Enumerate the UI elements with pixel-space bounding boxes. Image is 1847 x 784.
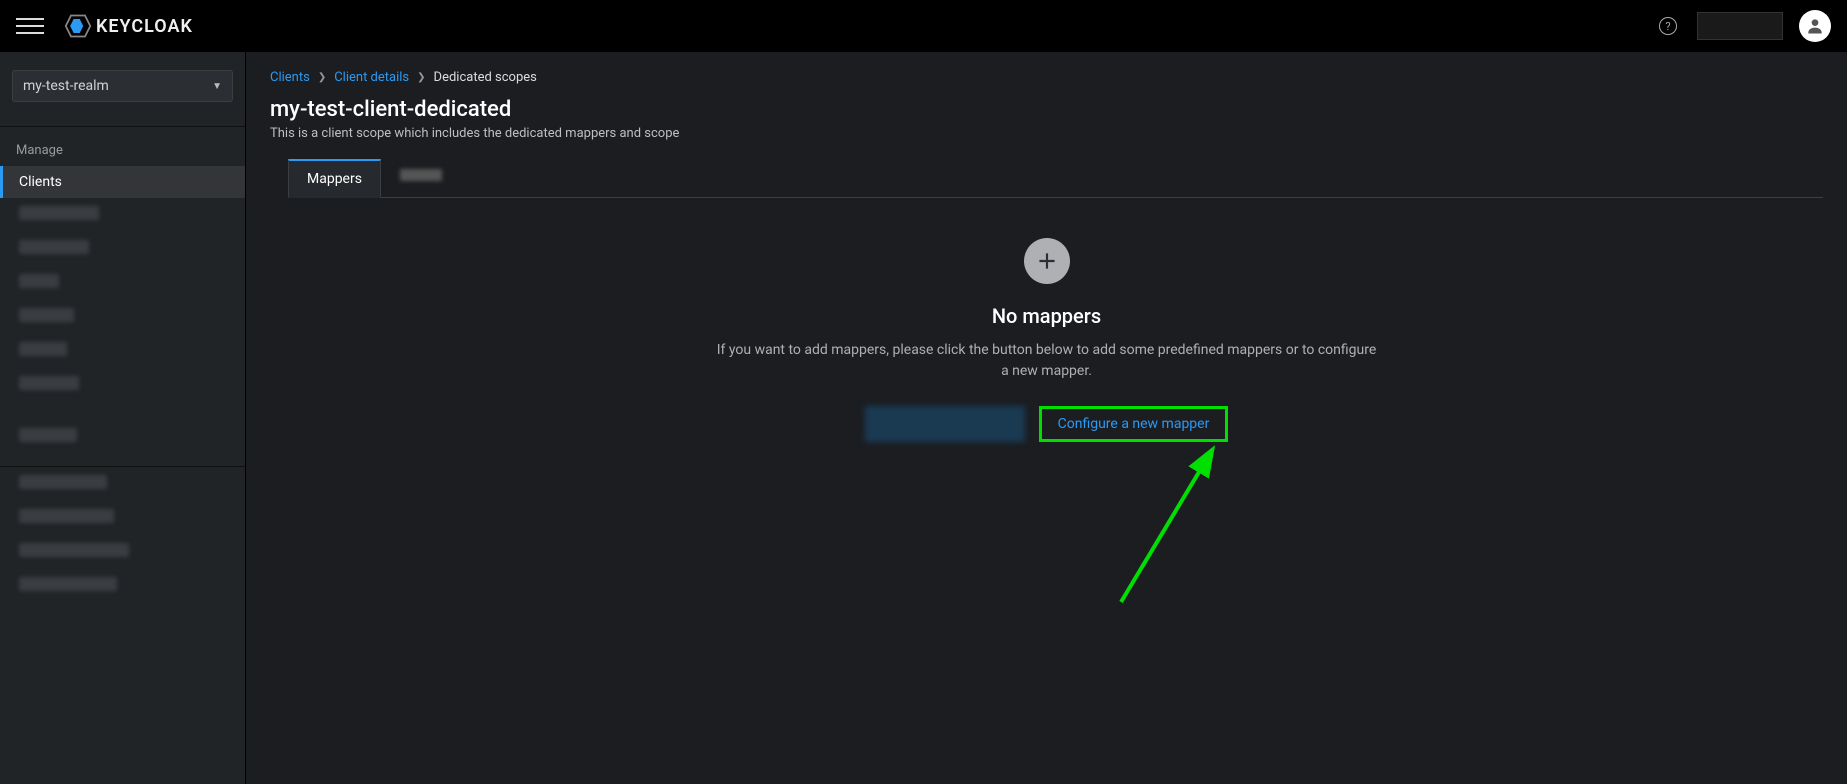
sidebar-item-redacted[interactable] [0,569,245,603]
plus-circle-icon [1024,238,1070,284]
tab-mappers[interactable]: Mappers [288,159,381,198]
realm-selector[interactable]: my-test-realm ▼ [12,70,233,102]
main-content: Clients ❯ Client details ❯ Dedicated sco… [246,52,1847,784]
tabs: Mappers [288,159,1823,198]
breadcrumb-clients[interactable]: Clients [270,70,310,85]
tab-redacted[interactable] [381,159,461,197]
add-predefined-mapper-button[interactable] [865,406,1025,442]
sidebar-item-redacted[interactable] [0,467,245,501]
keycloak-logo-icon [64,12,92,40]
breadcrumb-client-details[interactable]: Client details [334,70,409,85]
breadcrumb-current: Dedicated scopes [434,70,537,85]
empty-title: No mappers [717,304,1377,328]
brand-logo[interactable]: KEYCLOAK [64,12,193,40]
menu-toggle[interactable] [16,12,44,40]
configure-new-mapper-button[interactable]: Configure a new mapper [1039,406,1229,442]
chevron-right-icon: ❯ [417,72,425,83]
realm-selected-label: my-test-realm [23,78,109,94]
sidebar-item-label: Clients [19,174,62,190]
caret-down-icon: ▼ [212,81,222,92]
sidebar-item-redacted[interactable] [0,535,245,569]
chevron-right-icon: ❯ [318,72,326,83]
avatar-icon [1805,16,1825,36]
sidebar-item-redacted[interactable] [0,300,245,334]
sidebar-item-redacted[interactable] [0,368,245,402]
topbar-redacted-control[interactable] [1697,12,1783,40]
page-description: This is a client scope which includes th… [270,126,1823,141]
page-title: my-test-client-dedicated [270,97,1823,122]
section-manage-label: Manage [0,127,245,166]
empty-state: No mappers If you want to add mappers, p… [697,198,1397,482]
empty-description: If you want to add mappers, please click… [717,340,1377,382]
help-icon[interactable]: ? [1659,17,1677,35]
sidebar-item-redacted[interactable] [0,266,245,300]
topbar: KEYCLOAK ? [0,0,1847,52]
breadcrumb: Clients ❯ Client details ❯ Dedicated sco… [270,70,1823,85]
sidebar-item-redacted[interactable] [0,501,245,535]
user-avatar[interactable] [1799,10,1831,42]
sidebar-item-clients[interactable]: Clients [0,166,245,198]
sidebar-item-redacted[interactable] [0,334,245,368]
brand-name: KEYCLOAK [96,16,193,37]
sidebar-item-redacted[interactable] [0,198,245,232]
sidebar-item-redacted[interactable] [0,232,245,266]
sidebar: my-test-realm ▼ Manage Clients [0,52,246,784]
sidebar-item-redacted[interactable] [0,420,245,454]
